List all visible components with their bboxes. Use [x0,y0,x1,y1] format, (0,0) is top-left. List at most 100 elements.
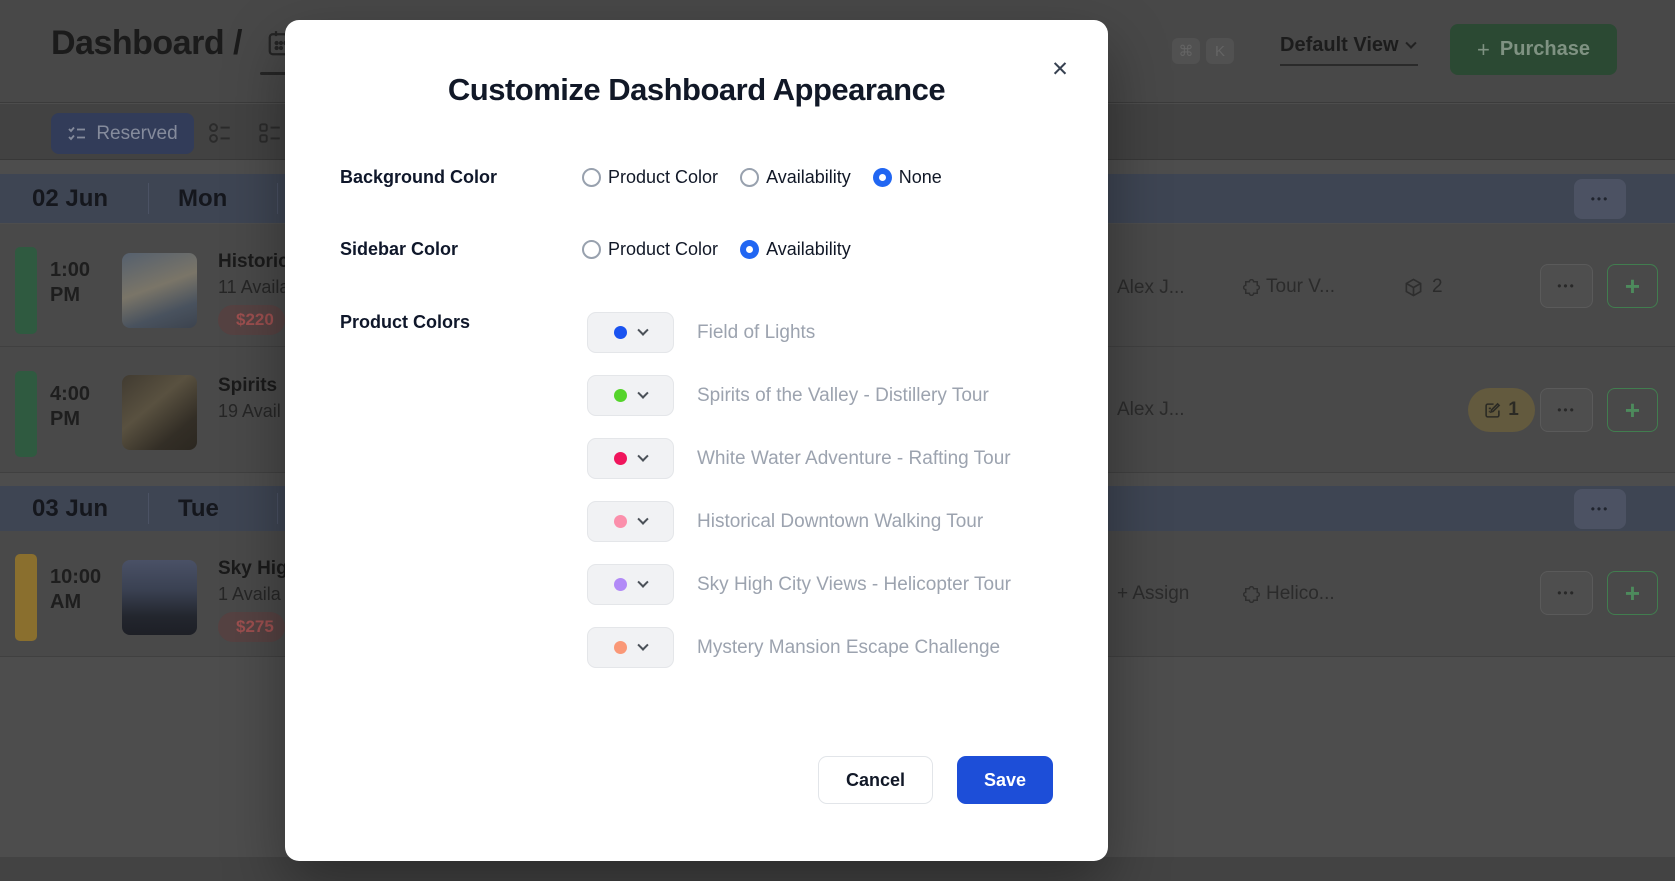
product-color-row: Historical Downtown Walking Tour [587,501,1011,542]
product-color-row: Sky High City Views - Helicopter Tour [587,564,1011,605]
product-colors-list: Field of Lights Spirits of the Valley - … [587,312,1011,668]
close-icon[interactable]: ✕ [1046,55,1074,83]
color-dot [614,578,627,591]
event-availability: 1 Availa [218,584,281,604]
day-options-button[interactable]: ••• [1574,489,1626,529]
staff-name: Alex J... [1117,399,1185,420]
reserved-filter-button[interactable]: Reserved [51,113,194,154]
day-date: 02 Jun [32,184,109,212]
add-booking-button[interactable]: + [1607,264,1658,308]
event-time: 1:00 PM [50,259,91,306]
product-name: Sky High City Views - Helicopter Tour [697,573,1011,595]
radio-sidebar-product-color[interactable]: Product Color [582,239,718,260]
cancel-button[interactable]: Cancel [818,756,933,804]
radio-selected-icon [740,239,760,259]
color-picker-dropdown[interactable] [587,375,674,416]
event-options-button[interactable]: ••• [1540,571,1593,615]
radio-selected-icon [872,167,892,187]
divider [148,493,149,524]
chevron-down-icon [637,639,649,651]
event-title: Historic [218,251,285,272]
availability-status-bar [15,371,37,457]
event-title: Spirits [218,375,278,396]
note-edit-icon [1485,402,1501,418]
color-dot [614,452,627,465]
price-badge: $220 [218,305,285,335]
product-color-row: Mystery Mansion Escape Challenge [587,627,1011,668]
color-dot [614,389,627,402]
color-picker-dropdown[interactable] [587,627,674,668]
product-name: Historical Downtown Walking Tour [697,510,984,532]
color-picker-dropdown[interactable] [587,438,674,479]
cube-icon [1404,278,1423,297]
radio-bg-product-color[interactable]: Product Color [582,167,718,188]
notes-count: 1 [1508,399,1519,420]
chevron-down-icon [637,513,649,525]
chevron-down-icon [637,324,649,336]
radio-sidebar-availability[interactable]: Availability [740,239,851,260]
event-options-button[interactable]: ••• [1540,264,1593,308]
save-button[interactable]: Save [957,756,1053,804]
product-name: Mystery Mansion Escape Challenge [697,636,1001,658]
booking-count: 2 [1432,276,1443,297]
timeline-view-button[interactable] [207,120,235,148]
command-key-badge: ⌘ [1172,38,1200,64]
availability-status-bar [15,247,37,334]
staff-name: Alex J... [1117,277,1185,298]
assign-staff-button[interactable]: + Assign [1117,583,1189,605]
radio-bg-none[interactable]: None [872,167,942,188]
radio-unselected-icon [582,239,601,259]
divider [277,493,278,524]
add-booking-button[interactable]: + [1607,571,1658,615]
event-availability: 19 Avail [218,401,281,421]
customize-dashboard-modal: Customize Dashboard Appearance ✕ Backgro… [285,20,1108,861]
product-color-row: Field of Lights [587,312,1011,353]
chevron-down-icon [637,387,649,399]
availability-status-bar [15,554,37,641]
default-view-dropdown[interactable]: Default View [1280,34,1417,57]
add-booking-button[interactable]: + [1607,388,1658,432]
puzzle-icon [1243,279,1260,296]
product-color-row: Spirits of the Valley - Distillery Tour [587,375,1011,416]
chevron-down-icon [637,576,649,588]
day-weekday: Tue [178,494,219,522]
purchase-button[interactable]: + Purchase [1450,24,1617,75]
divider [277,183,278,214]
sidebar-color-radio-group: Product Color Availability [582,232,851,266]
radio-unselected-icon [740,167,760,187]
color-picker-dropdown[interactable] [587,501,674,542]
modal-title: Customize Dashboard Appearance [447,72,946,107]
clock-list-icon [209,123,230,143]
radio-unselected-icon [582,167,601,187]
breadcrumb: Dashboard / [51,24,242,62]
event-title: Sky Hig [218,558,285,579]
puzzle-icon [1243,586,1260,603]
notes-badge[interactable]: 1 [1468,388,1535,432]
reserved-label: Reserved [96,122,178,144]
color-dot [614,515,627,528]
purchase-label: Purchase [1499,38,1590,60]
event-thumbnail [122,253,197,328]
divider [148,183,149,214]
grid-list-icon [259,123,280,143]
day-date: 03 Jun [32,494,109,522]
product-colors-label: Product Colors [340,312,471,332]
grid-view-button[interactable] [257,120,285,148]
event-time: 10:00 AM [50,566,102,613]
day-weekday: Mon [178,184,228,212]
product-name: Spirits of the Valley - Distillery Tour [697,384,989,406]
chevron-down-icon [1404,37,1417,49]
plus-icon: + [1477,36,1490,62]
product-name: Field of Lights [697,321,816,343]
default-view-label: Default View [1280,34,1399,56]
background-color-radio-group: Product Color Availability None [582,160,942,194]
color-dot [614,641,627,654]
radio-bg-availability[interactable]: Availability [740,167,851,188]
day-options-button[interactable]: ••• [1574,179,1626,219]
event-availability: 11 Availa [218,277,285,297]
event-options-button[interactable]: ••• [1540,388,1593,432]
addon-name: Tour V... [1266,276,1336,297]
color-picker-dropdown[interactable] [587,312,674,353]
color-picker-dropdown[interactable] [587,564,674,605]
checklist-icon [68,126,86,140]
